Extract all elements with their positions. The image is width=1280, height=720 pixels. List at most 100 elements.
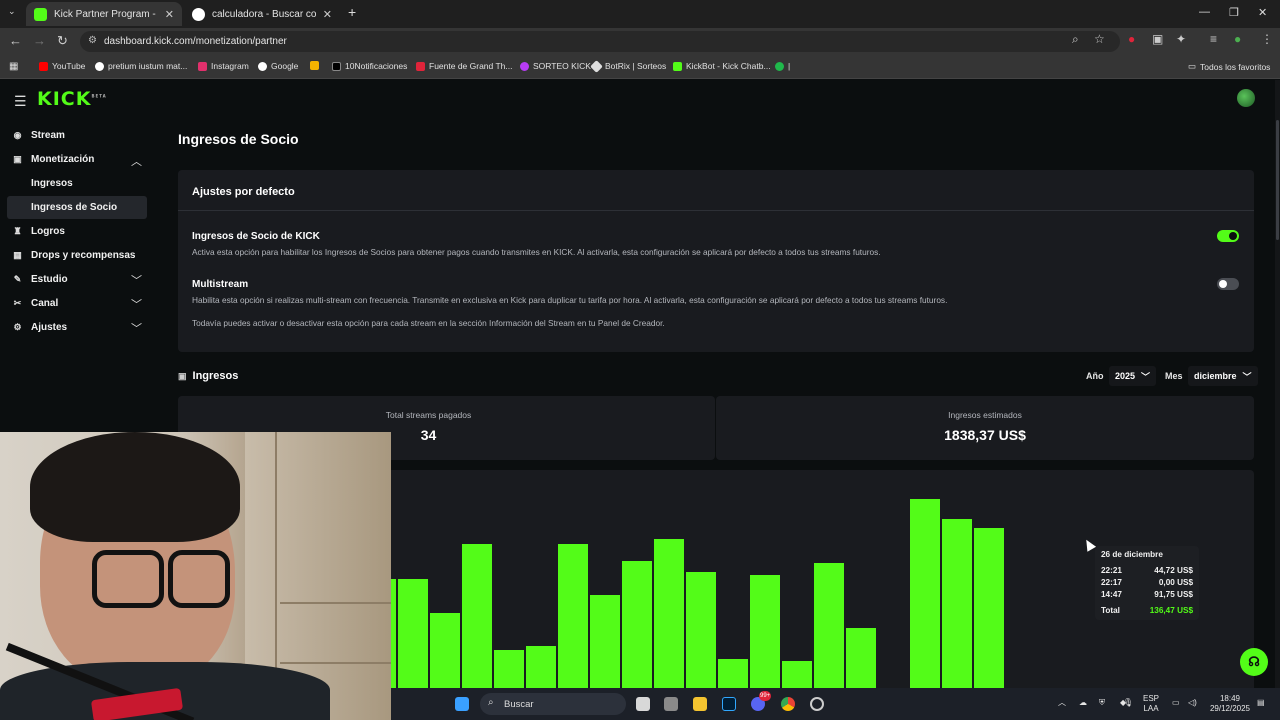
sidebar-subitem-ingresos-socio[interactable]: Ingresos de Socio [31,202,117,213]
studio-icon: ✎ [13,274,22,284]
network-icon[interactable]: ▭ [1172,698,1180,708]
defender-icon[interactable]: ⛨ [1099,698,1105,708]
apps-grid-icon[interactable]: ▦ [9,61,18,72]
back-icon[interactable]: ← [9,33,22,48]
notifications-icon[interactable]: ▤ [1257,698,1265,708]
close-tab-icon[interactable]: ✕ [323,8,332,21]
year-select[interactable]: 2025 ﹀ [1109,366,1157,386]
bookmark-botrix[interactable]: BotRix | Sorteos [590,59,666,73]
volume-icon[interactable]: ◁) [1188,698,1197,708]
bookmark-10notificaciones[interactable]: 10Notificaciones [332,61,407,71]
tab-kick-partner[interactable]: Kick Partner Program - Kick Da ✕ [26,2,182,26]
sidebar-item-logros[interactable]: ♜ Logros [12,226,64,237]
chart-bar[interactable] [654,539,684,688]
windows-start-icon[interactable] [455,697,469,711]
scrollbar-thumb[interactable] [1276,120,1279,240]
site-info-icon[interactable]: ⚙ [88,35,97,46]
app-circle-icon[interactable] [810,697,824,711]
chart-bar[interactable] [686,572,716,688]
bookmark-fuente[interactable]: Fuente de Grand Th... [416,61,512,71]
chart-bar[interactable] [750,575,780,688]
help-chat-button[interactable]: ☊ [1240,648,1268,676]
tooltip-time: 14:47 [1101,590,1122,599]
bookmark-google[interactable]: Google [258,61,298,71]
zoom-icon[interactable]: ⌕ [1072,32,1079,47]
chart-bar[interactable] [462,544,492,688]
clock[interactable]: 18:49 29/12/2025 [1204,694,1256,714]
sidebar-item-canal[interactable]: ✂ Canal [12,298,59,309]
chart-bar[interactable] [910,499,940,688]
lang-layout: LAA [1143,704,1159,713]
chart-bar[interactable] [590,595,620,688]
taskbar-search-input[interactable]: ⌕ Buscar [480,693,626,715]
extension-box-icon[interactable]: ▣ [1152,32,1163,46]
url-input[interactable]: ⚙ dashboard.kick.com/monetization/partne… [80,31,1120,52]
tooltip-row: 14:47 91,75 US$ [1101,590,1193,599]
bookmark-star-icon[interactable]: ☆ [1094,32,1105,46]
tab-title: Kick Partner Program - Kick Da [54,8,158,20]
chart-bar[interactable] [718,659,748,688]
chrome-icon[interactable] [781,697,795,711]
chart-bar[interactable] [398,579,428,688]
chart-bar[interactable] [494,650,524,688]
hamburger-menu-icon[interactable]: ☰ [14,93,27,110]
all-bookmarks-folder[interactable]: ▭ Todos los favoritos [1188,61,1270,72]
photoshop-icon[interactable] [722,697,736,711]
chart-bar[interactable] [430,613,460,688]
chart-bar[interactable] [942,519,972,688]
chart-bar[interactable] [814,563,844,688]
minimize-icon[interactable]: — [1199,6,1210,18]
sidebar-item-monetizacion[interactable]: ▣ Monetización [12,154,94,165]
close-tab-icon[interactable]: ✕ [165,8,174,21]
chevron-down-icon[interactable]: ﹀ [131,320,142,336]
extensions-icon[interactable]: ✦ [1176,32,1186,46]
media-control-icon[interactable]: ≡ [1210,32,1217,46]
bookmark-sorteo-kick[interactable]: SORTEO KICK [520,61,591,71]
maximize-icon[interactable]: ❐ [1229,6,1239,19]
onedrive-icon[interactable]: ☁ [1079,698,1087,708]
language-indicator[interactable]: ESP LAA [1143,694,1159,714]
google-icon [95,61,104,71]
menu-dots-icon[interactable]: ⋮ [1261,32,1273,46]
chevron-down-icon[interactable]: ﹀ [131,296,142,312]
file-explorer-icon[interactable] [693,697,707,711]
chevron-up-icon[interactable]: ︿ [131,153,142,169]
bookmark-colorful[interactable] [310,61,323,70]
bookmark-kickbot[interactable]: KickBot - Kick Chatb... [673,61,771,71]
kick-logo[interactable]: KICKBETA [37,88,107,110]
close-window-icon[interactable]: ✕ [1258,6,1267,19]
multistream-toggle[interactable] [1217,278,1239,290]
new-tab-button[interactable]: + [348,4,356,20]
profile-avatar-icon[interactable]: ● [1234,32,1241,46]
user-avatar[interactable] [1237,89,1255,107]
month-select[interactable]: diciembre ﹀ [1188,366,1258,386]
chart-bar[interactable] [622,561,652,688]
partner-toggle[interactable] [1217,230,1239,242]
bookmark-eleven[interactable]: | [775,61,790,71]
tab-calculadora[interactable]: calculadora - Buscar con Googl ✕ [184,2,340,26]
sidebar-item-ajustes[interactable]: ⚙ Ajustes [12,322,67,333]
forward-icon[interactable]: → [33,33,46,48]
chart-bar[interactable] [846,628,876,688]
sidebar-item-drops[interactable]: ▦ Drops y recompensas [12,250,135,261]
sidebar-item-estudio[interactable]: ✎ Estudio [12,274,68,285]
chart-bar[interactable] [526,646,556,688]
tab-search-icon[interactable]: ⌄ [8,6,16,17]
stat-value: 1838,37 US$ [944,427,1026,443]
chevron-down-icon[interactable]: ﹀ [131,272,142,288]
page-scrollbar[interactable] [1275,80,1280,688]
task-view-icon[interactable] [636,697,650,711]
chart-bar[interactable] [974,528,1004,688]
sidebar-item-stream[interactable]: ◉ Stream [12,130,65,141]
tray-chevron-up-icon[interactable]: ︿ [1058,698,1066,708]
bookmark-pretium[interactable]: pretium iustum mat... [95,61,187,71]
bookmark-youtube[interactable]: YouTube [39,61,85,71]
app-printer-icon[interactable] [664,697,678,711]
reload-icon[interactable]: ↻ [57,33,68,49]
mic-tray-icon[interactable]: 🎙 [1123,698,1133,708]
chart-bar[interactable] [782,661,812,688]
chart-bar[interactable] [558,544,588,688]
bookmark-instagram[interactable]: Instagram [198,61,249,71]
sidebar-subitem-ingresos[interactable]: Ingresos [31,178,73,189]
extension-red-icon[interactable]: ● [1128,32,1135,46]
